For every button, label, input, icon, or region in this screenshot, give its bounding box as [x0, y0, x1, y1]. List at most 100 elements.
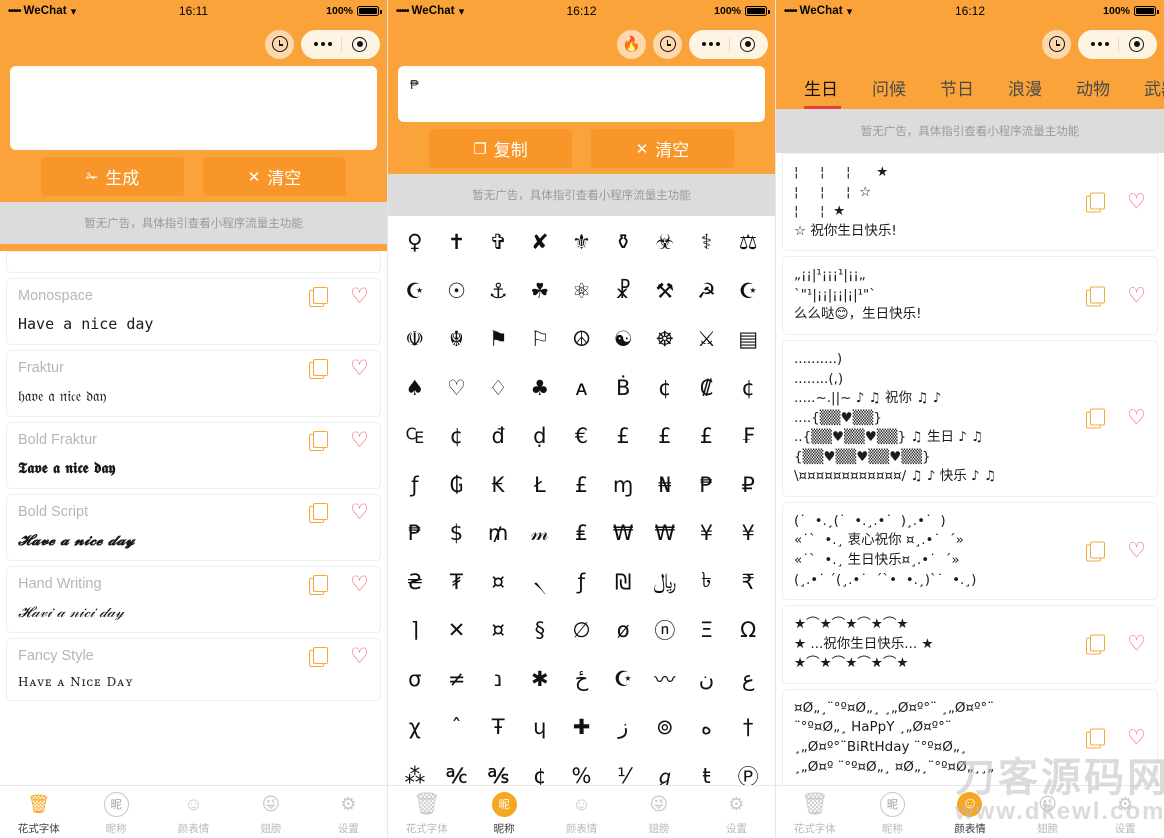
tab-settings[interactable]: ⚙ 设置: [1086, 789, 1164, 836]
generate-button[interactable]: ✁ 生成: [41, 157, 184, 196]
list-item[interactable]: Bold Script 𝓗𝓪𝓿𝓮 𝓪 𝓷𝓲𝓬𝓮 𝓭𝓪𝔂 ♡: [6, 494, 381, 561]
symbol-cell[interactable]: Ŧ: [477, 703, 519, 752]
heart-icon[interactable]: ♡: [350, 430, 369, 451]
list-item[interactable]: ¤Ø„¸¨°º¤Ø„¸ ¸„Ø¤º°¨ ¸„Ø¤º°¨ ¨°º¤Ø„¸ HaPp…: [782, 688, 1158, 785]
symbol-cell[interactable]: ℀: [436, 752, 478, 785]
symbol-cell[interactable]: ځ: [561, 655, 603, 704]
symbol-cell[interactable]: Ⓟ: [727, 752, 769, 785]
font-list-scroll[interactable]: Monospace Have a nice day ♡ Fraktur 𝔥𝔞𝔳𝔢…: [0, 251, 387, 785]
heart-icon[interactable]: ♡: [1127, 727, 1146, 748]
symbol-cell[interactable]: ن: [686, 655, 728, 704]
symbol-cell[interactable]: ₲: [436, 461, 478, 510]
list-item[interactable]: ..........) ........(,) .....~.||~ ♪ ♫ 祝…: [782, 339, 1158, 497]
symbol-cell[interactable]: ₪: [602, 558, 644, 607]
symbol-cell[interactable]: ⅟: [602, 752, 644, 785]
symbol-cell[interactable]: ﷼: [644, 558, 686, 607]
symbol-cell[interactable]: ŧ: [686, 752, 728, 785]
symbol-cell[interactable]: ₠: [394, 412, 436, 461]
symbol-cell[interactable]: σ: [394, 655, 436, 704]
symbol-cell[interactable]: £: [644, 412, 686, 461]
symbol-cell[interactable]: ⚒: [644, 267, 686, 316]
symbol-cell[interactable]: ⚛: [561, 267, 603, 316]
symbol-cell[interactable]: ☪: [602, 655, 644, 704]
symbol-cell[interactable]: ¢: [727, 364, 769, 413]
close-target-icon[interactable]: [1129, 36, 1145, 52]
symbol-cell[interactable]: ♡: [436, 364, 478, 413]
heart-icon[interactable]: ♡: [1127, 192, 1146, 213]
copy-icon[interactable]: [309, 287, 329, 307]
symbol-cell[interactable]: ≠: [436, 655, 478, 704]
category-tab-birthday[interactable]: 生日: [790, 66, 855, 109]
symbol-cell[interactable]: ₩: [644, 509, 686, 558]
wechat-capsule-menu[interactable]: [689, 29, 768, 59]
list-item-partial[interactable]: [6, 251, 381, 273]
symbol-cell[interactable]: †: [727, 703, 769, 752]
copy-icon[interactable]: [1086, 408, 1106, 429]
symbol-cell[interactable]: ⚔: [686, 315, 728, 364]
symbol-cell[interactable]: 𝓂: [519, 509, 561, 558]
clear-button[interactable]: ✕ 清空: [591, 129, 734, 168]
symbol-cell[interactable]: ḍ: [519, 412, 561, 461]
symbol-cell[interactable]: ☯: [602, 315, 644, 364]
hot-button[interactable]: 🔥: [617, 29, 646, 59]
symbol-cell[interactable]: $: [436, 509, 478, 558]
symbol-cell[interactable]: ₤: [561, 509, 603, 558]
copy-icon[interactable]: [1086, 192, 1106, 213]
symbol-cell[interactable]: ✘: [519, 218, 561, 267]
symbol-cell[interactable]: ☭: [686, 267, 728, 316]
symbol-cell[interactable]: ¢: [644, 364, 686, 413]
tab-nickname[interactable]: 昵 昵称: [854, 789, 932, 836]
symbol-cell[interactable]: ℊ: [644, 752, 686, 785]
symbol-cell[interactable]: ᴀ: [561, 364, 603, 413]
tab-emoticons[interactable]: ☺ 颜表情: [931, 789, 1009, 836]
close-target-icon[interactable]: [740, 36, 756, 52]
symbol-cell[interactable]: ☮: [561, 315, 603, 364]
symbol-cell[interactable]: ☪: [394, 267, 436, 316]
heart-icon[interactable]: ♡: [1127, 634, 1146, 655]
symbol-cell[interactable]: ☘: [519, 267, 561, 316]
symbol-cell[interactable]: §: [519, 606, 561, 655]
symbol-cell[interactable]: ¢: [436, 412, 478, 461]
list-item[interactable]: (˙ •.¸(˙ •.¸.•˙ )¸.•˙ ) «˙` •.¸ 衷心祝你 ¤¸.…: [782, 501, 1158, 601]
copy-icon[interactable]: [1086, 541, 1106, 562]
tab-fancy-fonts[interactable]: 🗑 花式字体: [776, 789, 854, 836]
symbol-cell[interactable]: ✱: [519, 655, 561, 704]
symbol-cell[interactable]: ɱ: [602, 461, 644, 510]
category-tab-greeting[interactable]: 问候: [855, 66, 923, 109]
copy-button[interactable]: ❐ 复制: [429, 129, 572, 168]
symbol-cell[interactable]: 〰: [644, 655, 686, 704]
symbol-cell[interactable]: ⚑: [477, 315, 519, 364]
more-dots-icon[interactable]: [313, 42, 332, 46]
history-button[interactable]: [1042, 29, 1071, 59]
tab-settings[interactable]: ⚙ 设置: [698, 789, 775, 836]
symbol-cell[interactable]: €: [561, 412, 603, 461]
symbol-cell[interactable]: ⚱: [602, 218, 644, 267]
symbol-cell[interactable]: ৲: [519, 558, 561, 607]
list-item[interactable]: ¦ ¦ ¦ ★ ¦ ¦ ¦ ☆ ¦ ¦ ★ ☆ 祝你生日快乐! ♡: [782, 153, 1158, 252]
symbol-cell[interactable]: ƒ: [561, 558, 603, 607]
symbol-cell[interactable]: ₩: [602, 509, 644, 558]
list-item[interactable]: „¡¡|¹¡¡¡¹|¡¡„ `"¹|¡¡|¡¡|¡|¹"` 么么哒😊，生日快乐!…: [782, 256, 1158, 335]
list-item[interactable]: Fancy Style Hᴀvᴇ ᴀ Nɪᴄᴇ Dᴀʏ ♡: [6, 638, 381, 701]
symbol-cell[interactable]: Ḃ: [602, 364, 644, 413]
symbol-cell[interactable]: Ł: [519, 461, 561, 510]
symbol-cell[interactable]: ₦: [644, 461, 686, 510]
heart-icon[interactable]: ♡: [350, 502, 369, 523]
heart-icon[interactable]: ♡: [1127, 408, 1146, 429]
copy-icon[interactable]: [309, 647, 329, 667]
symbol-cell[interactable]: £: [602, 412, 644, 461]
copy-icon[interactable]: [1086, 634, 1106, 655]
symbol-cell[interactable]: %: [561, 752, 603, 785]
symbol-cell[interactable]: נ: [477, 655, 519, 704]
symbol-cell[interactable]: ₣: [727, 412, 769, 461]
heart-icon[interactable]: ♡: [350, 286, 369, 307]
symbol-cell[interactable]: ☬: [436, 315, 478, 364]
tab-fancy-fonts[interactable]: 🗑 花式字体: [388, 789, 465, 836]
category-tab-animals[interactable]: 动物: [1059, 66, 1127, 109]
symbol-cell[interactable]: ☫: [394, 315, 436, 364]
copy-icon[interactable]: [309, 431, 329, 451]
symbol-cell[interactable]: ✚: [561, 703, 603, 752]
symbol-cell[interactable]: Ξ: [686, 606, 728, 655]
symbol-cell[interactable]: ₥: [477, 509, 519, 558]
heart-icon[interactable]: ♡: [350, 646, 369, 667]
